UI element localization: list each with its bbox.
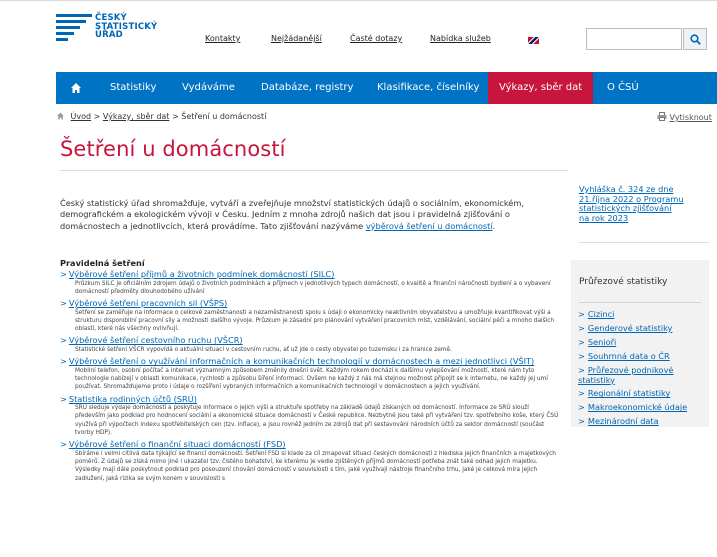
link-contacts[interactable]: Kontakty [205, 34, 240, 43]
chevron-right-icon: > [60, 356, 67, 367]
logo-stripe [56, 38, 68, 41]
side-list-item: > Genderové statistiky [578, 322, 702, 334]
chevron-right-icon: > [578, 322, 585, 333]
side-link-mezinarodni[interactable]: Mezinárodní data [588, 416, 659, 426]
uk-flag-icon[interactable] [528, 37, 539, 44]
cross-sectional-box: Průřezové statistiky > Cizinci > Genderové… [571, 260, 709, 427]
side-list-item: > Regionální statistiky [578, 388, 702, 399]
side-list-item: > Senioři [578, 336, 702, 348]
chevron-right-icon: > [578, 309, 585, 319]
side-link-podnikove[interactable]: Průřezové podnikové statistiky [578, 365, 673, 385]
print-link[interactable]: Vytisknout [657, 112, 712, 122]
intro-end: . [492, 220, 496, 231]
side-list-item: > Průřezové podnikové statistiky [578, 364, 702, 386]
logo-stripe [56, 26, 80, 29]
survey-link-sru[interactable]: Statistika rodinných účtů (SRÚ) [69, 394, 197, 404]
chevron-right-icon: > [578, 402, 585, 413]
breadcrumb-current: Šetření u domácností [181, 112, 267, 121]
survey-item: > Výběrové šetření o finanční situaci dom… [60, 439, 565, 483]
side-list-item: > Makroekonomické údaje [578, 402, 702, 413]
survey-item: > Výběrové šetření cestovního ruchu (VŠCR… [60, 335, 565, 354]
top-divider [0, 0, 717, 1]
side-list-item: > Cizinci [578, 309, 702, 320]
survey-link-vsps[interactable]: Výběrové šetření pracovních sil (VŠPS) [69, 298, 227, 308]
nav-item-klasifikace[interactable]: Klasifikace, číselníky [377, 72, 479, 104]
chevron-right-icon: > [60, 393, 67, 404]
breadcrumb-separator: > [171, 112, 179, 121]
aside-divider [579, 242, 709, 243]
side-link-souhrnna[interactable]: Souhrnná data o ČR [588, 351, 670, 361]
chevron-right-icon: > [578, 416, 585, 427]
survey-link-fsd[interactable]: Výběrové šetření o finanční situaci domá… [69, 439, 286, 449]
logo-stripe [56, 32, 74, 35]
breadcrumb-vykazy[interactable]: Výkazy, sběr dat [103, 112, 170, 121]
print-label[interactable]: Vytisknout [670, 113, 712, 122]
nav-item-o-csu[interactable]: O ČSÚ [607, 72, 639, 104]
chevron-right-icon: > [578, 350, 585, 361]
chevron-right-icon: > [60, 269, 67, 279]
side-link-cizinci[interactable]: Cizinci [588, 309, 615, 319]
link-services[interactable]: Nabídka služeb [430, 34, 491, 43]
survey-link-vscr[interactable]: Výběrové šetření cestovního ruchu (VŠCR) [69, 335, 243, 345]
survey-description: Statistické šetření VŠCR vypovídá o aktu… [75, 346, 452, 353]
nav-item-statistiky[interactable]: Statistiky [110, 72, 156, 104]
side-link-regionalni[interactable]: Regionální statistiky [588, 388, 670, 398]
section-heading: Pravidelná šetření [60, 258, 145, 268]
search-button[interactable] [683, 28, 707, 50]
logo-stripe [56, 14, 92, 17]
breadcrumb-home[interactable]: Úvod [71, 112, 92, 121]
nav-item-vykazy[interactable]: Výkazy, sběr dat [488, 72, 594, 104]
breadcrumb-separator: > [93, 112, 101, 121]
decree-link[interactable]: Vyhláška č. 324 ze dne 21.října 2022 o P… [579, 184, 684, 223]
home-icon [57, 112, 64, 120]
home-icon [71, 83, 81, 93]
csu-logo[interactable]: ČESKÝ STATISTICKÝ ÚŘAD [56, 14, 176, 46]
survey-link-vsit[interactable]: Výběrové šetření o využívání informačníc… [69, 356, 534, 366]
search-icon [690, 34, 701, 45]
chevron-right-icon: > [578, 336, 585, 347]
nav-item-databaze[interactable]: Databáze, registry [261, 72, 353, 104]
survey-item: > Výběrové šetření o využívání informační… [60, 356, 565, 391]
intro-text: Český statistický úřad shromažďuje, vytv… [60, 198, 565, 232]
nav-item-vydavame[interactable]: Vydáváme [182, 72, 235, 104]
side-box-title: Průřezové statistiky [579, 277, 668, 287]
link-faq[interactable]: Časté dotazy [350, 34, 402, 43]
breadcrumb: Úvod > Výkazy, sběr dat > Šetření u domá… [56, 112, 266, 121]
main-nav: Statistiky Vydáváme Databáze, registry K… [56, 72, 717, 104]
survey-description: Šetření se zaměřuje na informace o celko… [75, 309, 555, 333]
logo-stripe [56, 20, 86, 23]
side-list: > Cizinci > Genderové statistiky > Senioři … [578, 309, 702, 431]
side-link-seniori[interactable]: Senioři [588, 337, 616, 347]
decree-link-box: Vyhláška č. 324 ze dne 21.října 2022 o P… [579, 184, 684, 223]
survey-item: > Výběrové šetření příjmů a životních pod… [60, 269, 565, 296]
nav-home[interactable] [70, 82, 82, 94]
link-most-requested[interactable]: Nejžádanější [271, 34, 322, 43]
printer-icon [657, 112, 667, 121]
chevron-right-icon: > [60, 335, 67, 346]
survey-description: Průzkum SILC je oficiálním zdrojem údajů… [75, 280, 551, 295]
logo-line: ÚŘAD [95, 30, 123, 40]
survey-item: > Statistika rodinných účtů (SRÚ) SRÚ sle… [60, 394, 565, 438]
survey-link-silc[interactable]: Výběrové šetření příjmů a životních podm… [69, 269, 335, 279]
side-list-item: > Mezinárodní data [578, 416, 702, 427]
side-link-gender[interactable]: Genderové statistiky [588, 323, 673, 333]
page-title: Šetření u domácností [60, 137, 286, 161]
chevron-right-icon: > [578, 364, 585, 375]
survey-description: Mobilní telefon, osobní počítač a intern… [75, 367, 548, 391]
regular-surveys: Pravidelná šetření > Výběrové šetření pří… [60, 258, 565, 485]
side-box-divider [579, 302, 701, 303]
logo-text: ČESKÝ STATISTICKÝ ÚŘAD [95, 14, 157, 40]
side-link-makro[interactable]: Makroekonomické údaje [588, 402, 687, 412]
survey-item: > Výběrové šetření pracovních sil (VŠPS) … [60, 298, 565, 333]
intro-link[interactable]: výběrová šetření u domácností [366, 221, 493, 231]
survey-description: SRÚ sleduje výdaje domácností a poskytuj… [75, 405, 559, 437]
search-input[interactable] [586, 28, 682, 50]
side-list-item: > Souhrnná data o ČR [578, 350, 702, 362]
chevron-right-icon: > [60, 439, 67, 450]
chevron-right-icon: > [60, 298, 67, 309]
chevron-right-icon: > [578, 388, 585, 399]
title-divider [60, 170, 568, 171]
survey-description: Sbíráme i velmi citlivá data týkající se… [75, 450, 556, 482]
